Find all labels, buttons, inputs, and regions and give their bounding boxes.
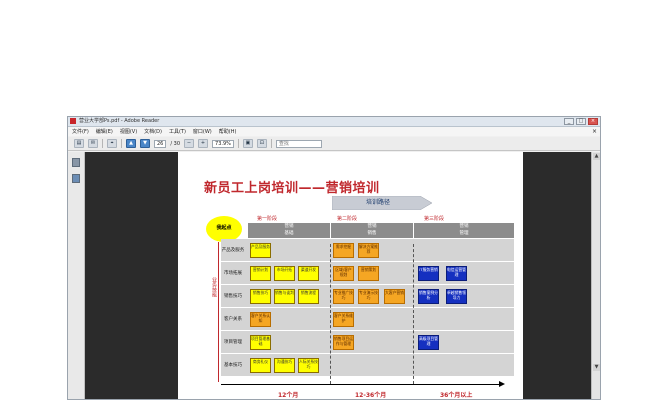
zoom-level-select[interactable]: 73.9% xyxy=(212,139,234,148)
course-cell: 需求挖掘 xyxy=(333,243,354,258)
fit-page-icon[interactable]: ⊡ xyxy=(256,139,267,148)
course-cell: 大客户营销 xyxy=(384,289,405,304)
page-number-input[interactable]: 26 xyxy=(154,139,167,148)
header-top: 营销 xyxy=(459,224,469,229)
course-cell: 人际关系技巧 xyxy=(298,358,319,373)
axis-label-stage-2: 12-36个月 xyxy=(355,392,387,399)
stage-3-header: 营销 管理 xyxy=(414,223,514,238)
course-cell: 销售与谈判 xyxy=(274,289,295,304)
vertical-scrollbar[interactable]: ▲ ▼ xyxy=(591,152,600,399)
header-bottom: 管理 xyxy=(459,231,469,236)
course-cell: 区域/客户规划 xyxy=(333,266,354,281)
row-label: 项目管理 xyxy=(224,340,242,345)
previous-page-icon[interactable]: ▲ xyxy=(126,139,136,148)
course-cell: 客户关系维护 xyxy=(333,312,354,327)
header-bottom: 销售 xyxy=(367,231,377,236)
course-cell: 高级项目管理 xyxy=(418,335,439,350)
minimize-button[interactable]: _ xyxy=(564,118,574,125)
course-cell: 卓越销售领导力 xyxy=(446,289,467,304)
stage-2-label: 第二阶段 xyxy=(337,216,358,222)
course-cell: 项目管理基础 xyxy=(250,335,271,350)
header-top: 营销 xyxy=(367,224,377,229)
zoom-out-icon[interactable]: − xyxy=(184,139,195,148)
document-viewport[interactable]: 新员工上岗培训——营销培训 培训路径 我起点 第一阶段 第二阶段 第三阶段 营销… xyxy=(85,152,591,399)
menu-bar: 文件(F) 编辑(E) 视图(V) 文档(D) 工具(T) 窗口(W) 帮助(H… xyxy=(68,127,600,136)
find-input[interactable]: 查找 xyxy=(275,139,322,148)
axis-label-stage-3: 36个月以上 xyxy=(440,392,473,399)
menu-window[interactable]: 窗口(W) xyxy=(193,128,212,135)
bookmarks-panel-icon[interactable] xyxy=(72,174,80,183)
adobe-reader-icon xyxy=(70,118,76,124)
course-cell: 营销计划 xyxy=(250,266,271,281)
close-button[interactable]: × xyxy=(588,118,598,125)
course-cell: 市场开拓 xyxy=(274,266,295,281)
time-axis-arrowhead xyxy=(499,381,505,387)
row-label: 客户关系 xyxy=(224,317,242,322)
window-title: 营业大学部Ps.pdf - Adobe Reader xyxy=(79,118,160,124)
side-axis-line xyxy=(218,242,219,382)
course-cell: 销售流程 xyxy=(298,289,319,304)
pdf-page: 新员工上岗培训——营销培训 培训路径 我起点 第一阶段 第二阶段 第三阶段 营销… xyxy=(178,152,523,399)
row-label: 销售技巧 xyxy=(224,294,242,299)
window-controls: _ □ × xyxy=(564,118,598,125)
zoom-in-icon[interactable]: + xyxy=(198,139,209,148)
training-path-label: 培训路径 xyxy=(365,199,390,206)
header-bottom: 基础 xyxy=(284,231,294,236)
row-label: 产品及服务 xyxy=(221,248,245,253)
course-cell: 专业演示技巧 xyxy=(358,289,379,304)
page-total: / 30 xyxy=(170,140,181,147)
menu-edit[interactable]: 编辑(E) xyxy=(96,128,113,135)
menu-help[interactable]: 帮助(H) xyxy=(219,128,237,135)
print-icon[interactable]: ▤ xyxy=(74,139,84,148)
course-cell: IT服务营销 xyxy=(418,266,439,281)
course-cell: 产品及服务 xyxy=(250,243,271,258)
course-cell: 营销策划 xyxy=(358,266,379,281)
select-tool-icon[interactable]: ⌖ xyxy=(107,139,117,148)
toolbar-separator xyxy=(237,139,239,148)
side-category-label: 业务技能 xyxy=(211,277,217,297)
course-cell: 渠道开发 xyxy=(298,266,319,281)
slide-title: 新员工上岗培训——营销培训 xyxy=(204,181,380,196)
menu-document[interactable]: 文档(D) xyxy=(144,128,162,135)
stage-3-label: 第三阶段 xyxy=(424,216,445,222)
starting-point-label: 我起点 xyxy=(216,225,232,231)
course-cell: 专业推广技巧 xyxy=(333,289,354,304)
next-page-icon[interactable]: ▼ xyxy=(140,139,150,148)
navigation-panel xyxy=(68,152,85,399)
header-top: 营销 xyxy=(284,224,294,229)
adobe-reader-window: 营业大学部Ps.pdf - Adobe Reader _ □ × 文件(F) 编… xyxy=(67,116,601,400)
scroll-down-icon[interactable]: ▼ xyxy=(593,364,600,371)
time-axis xyxy=(221,384,501,385)
toolbar-separator xyxy=(270,139,272,148)
course-cell: 商务礼仪 xyxy=(250,358,271,373)
pages-panel-icon[interactable] xyxy=(72,158,80,167)
scroll-up-icon[interactable]: ▲ xyxy=(593,153,600,160)
doc-close-button[interactable]: × xyxy=(592,128,597,135)
course-cell: 客户关系认知 xyxy=(250,312,271,327)
course-cell: 销售项目运作与管理 xyxy=(333,335,354,350)
stage-divider xyxy=(330,244,331,384)
maximize-button[interactable]: □ xyxy=(576,118,586,125)
course-cell: 解决方案推荐 xyxy=(358,243,379,258)
menu-tools[interactable]: 工具(T) xyxy=(169,128,186,135)
stage-1-header: 营销 基础 xyxy=(248,223,330,238)
toolbar: ▤ ✉ ⌖ ▲ ▼ 26 / 30 − + 73.9% ▣ ⊡ 查找 xyxy=(68,137,600,151)
course-cell: 沟通技巧 xyxy=(274,358,295,373)
stage-1-label: 第一阶段 xyxy=(257,216,278,222)
email-icon[interactable]: ✉ xyxy=(88,139,98,148)
menu-view[interactable]: 视图(V) xyxy=(120,128,137,135)
course-cell: 销售案例分析 xyxy=(418,289,439,304)
toolbar-separator xyxy=(121,139,122,148)
stage-divider xyxy=(413,244,414,384)
course-cell: 电信运营管理 xyxy=(446,266,467,281)
axis-label-stage-1: 12个月 xyxy=(278,392,299,399)
menu-file[interactable]: 文件(F) xyxy=(72,128,89,135)
course-cell: 销售技巧 xyxy=(250,289,271,304)
title-bar: 营业大学部Ps.pdf - Adobe Reader _ □ × xyxy=(68,117,600,127)
row-label: 基本技巧 xyxy=(224,363,242,368)
toolbar-separator xyxy=(102,139,103,148)
row-label: 市场拓展 xyxy=(224,271,242,276)
stage-2-header: 营销 销售 xyxy=(331,223,413,238)
save-icon[interactable]: ▣ xyxy=(242,139,253,148)
